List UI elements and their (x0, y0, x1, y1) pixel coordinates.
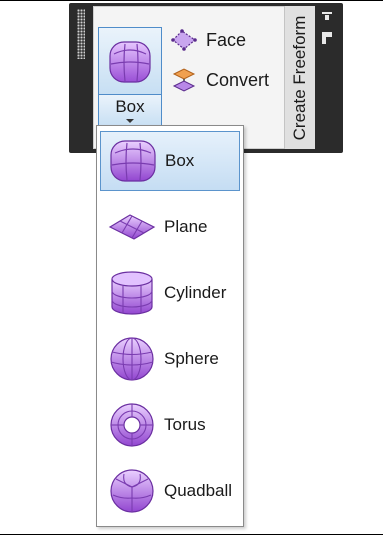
panel-grip-handle[interactable] (77, 9, 85, 59)
dropdown-item-label: Sphere (164, 349, 219, 368)
sphere-primitive-icon (104, 331, 160, 387)
face-icon (170, 28, 198, 52)
dropdown-item-cylinder[interactable]: Cylinder (100, 263, 240, 323)
box-primitive-icon (109, 41, 151, 83)
box-split-button-label[interactable]: Box (98, 95, 162, 128)
dropdown-item-box[interactable]: Box (100, 131, 240, 191)
dropdown-item-sphere[interactable]: Sphere (100, 329, 240, 389)
frame-top-line (0, 0, 383, 1)
caret-down-icon (126, 119, 134, 123)
box-split-button[interactable] (98, 27, 162, 95)
cylinder-primitive-icon (104, 265, 160, 321)
face-label: Face (206, 29, 247, 50)
dropdown-item-label: Quadball (164, 481, 233, 500)
box-primitive-icon (105, 133, 161, 189)
convert-label: Convert (206, 69, 270, 90)
convert-command[interactable]: Convert (170, 67, 269, 93)
plane-primitive-icon (104, 199, 160, 255)
dropdown-item-label: Plane (164, 217, 208, 236)
dialog-launcher-icon[interactable] (322, 32, 332, 44)
dropdown-item-quadball[interactable]: Quadball (100, 461, 240, 521)
torus-primitive-icon (104, 397, 160, 453)
convert-icon (170, 68, 198, 92)
face-command[interactable]: Face (170, 27, 246, 53)
dropdown-item-label: Torus (164, 415, 206, 434)
primitive-dropdown-menu: Box Plane Cylinder Sphere Torus Quadball (96, 125, 244, 527)
dropdown-item-label: Cylinder (164, 283, 227, 302)
panel-title-bar[interactable]: Create Freeform (284, 6, 315, 149)
quadball-primitive-icon (104, 463, 160, 519)
box-split-label: Box (115, 97, 145, 116)
dropdown-item-label: Box (165, 151, 195, 170)
panel-title: Create Freeform (290, 15, 309, 140)
dropdown-item-plane[interactable]: Plane (100, 197, 240, 257)
pin-icon[interactable] (322, 12, 332, 22)
dropdown-item-torus[interactable]: Torus (100, 395, 240, 455)
